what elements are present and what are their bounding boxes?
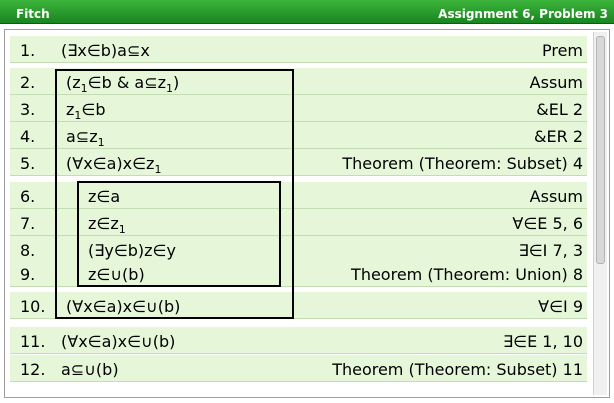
- line-number: 9.: [20, 265, 36, 284]
- line-formula: (∃y∈b)z∈y: [88, 241, 176, 260]
- line-formula: (∀x∈a)x∈∪(b): [66, 297, 181, 316]
- line-justification: &EL 2: [536, 100, 583, 119]
- assignment-title: Assignment 6, Problem 3: [438, 7, 608, 21]
- line-formula: a⊆z1: [66, 127, 105, 149]
- line-number: 12.: [20, 360, 46, 379]
- title-bar: Fitch Assignment 6, Problem 3: [0, 0, 614, 24]
- app-title: Fitch: [16, 7, 50, 21]
- line-formula: z∈a: [88, 187, 121, 206]
- proof-line[interactable]: 7. z∈z1 ∀∈E 5, 6: [10, 209, 587, 236]
- line-justification: ∀∈E 5, 6: [512, 214, 583, 233]
- proof-line[interactable]: 8. (∃y∈b)z∈y ∃∈I 7, 3: [10, 236, 587, 263]
- line-formula: (∃x∈b)a⊆x: [61, 41, 150, 60]
- line-formula: (∀x∈a)x∈∪(b): [61, 332, 176, 351]
- line-formula: z1∈b: [66, 100, 106, 122]
- line-justification: Assum: [529, 73, 583, 92]
- proof-line[interactable]: 9. z∈∪(b) Theorem (Theorem: Union) 8: [10, 260, 587, 287]
- line-number: 4.: [20, 127, 36, 146]
- line-justification: Theorem (Theorem: Subset) 11: [332, 360, 583, 379]
- vertical-scrollbar[interactable]: [593, 32, 607, 395]
- line-number: 8.: [20, 241, 36, 260]
- line-justification: Assum: [529, 187, 583, 206]
- proof-panel: 1. (∃x∈b)a⊆x Prem 2. (z1∈b & a⊆z1) Assum…: [4, 29, 610, 398]
- proof-line[interactable]: 3. z1∈b &EL 2: [10, 95, 587, 122]
- line-formula: z∈z1: [88, 214, 126, 236]
- line-number: 11.: [20, 332, 46, 351]
- proof-line[interactable]: 11. (∀x∈a)x∈∪(b) ∃∈E 1, 10: [10, 327, 587, 354]
- line-number: 5.: [20, 154, 36, 173]
- proof-line[interactable]: 6. z∈a Assum: [10, 182, 587, 209]
- proof-line[interactable]: 1. (∃x∈b)a⊆x Prem: [10, 36, 587, 63]
- proof-line[interactable]: 10. (∀x∈a)x∈∪(b) ∀∈I 9: [10, 292, 587, 319]
- line-number: 2.: [20, 73, 36, 92]
- line-formula: (∀x∈a)x∈z1: [66, 154, 162, 176]
- line-formula: (z1∈b & a⊆z1): [66, 73, 180, 95]
- line-number: 10.: [20, 297, 46, 316]
- line-number: 1.: [20, 41, 36, 60]
- line-justification: ∀∈I 9: [538, 297, 583, 316]
- line-justification: Theorem (Theorem: Subset) 4: [342, 154, 583, 173]
- line-justification: &ER 2: [534, 127, 583, 146]
- line-formula: a⊆∪(b): [61, 360, 119, 379]
- line-justification: Prem: [541, 41, 583, 60]
- proof-line[interactable]: 4. a⊆z1 &ER 2: [10, 122, 587, 149]
- line-number: 7.: [20, 214, 36, 233]
- line-justification: Theorem (Theorem: Union) 8: [351, 265, 583, 284]
- line-number: 3.: [20, 100, 36, 119]
- proof-line[interactable]: 2. (z1∈b & a⊆z1) Assum: [10, 68, 587, 95]
- proof-line[interactable]: 5. (∀x∈a)x∈z1 Theorem (Theorem: Subset) …: [10, 149, 587, 176]
- proof-line[interactable]: 12. a⊆∪(b) Theorem (Theorem: Subset) 11: [10, 355, 587, 382]
- line-number: 6.: [20, 187, 36, 206]
- scrollbar-thumb[interactable]: [596, 36, 605, 264]
- line-formula: z∈∪(b): [88, 265, 145, 284]
- line-justification: ∃∈I 7, 3: [518, 241, 583, 260]
- line-justification: ∃∈E 1, 10: [503, 332, 583, 351]
